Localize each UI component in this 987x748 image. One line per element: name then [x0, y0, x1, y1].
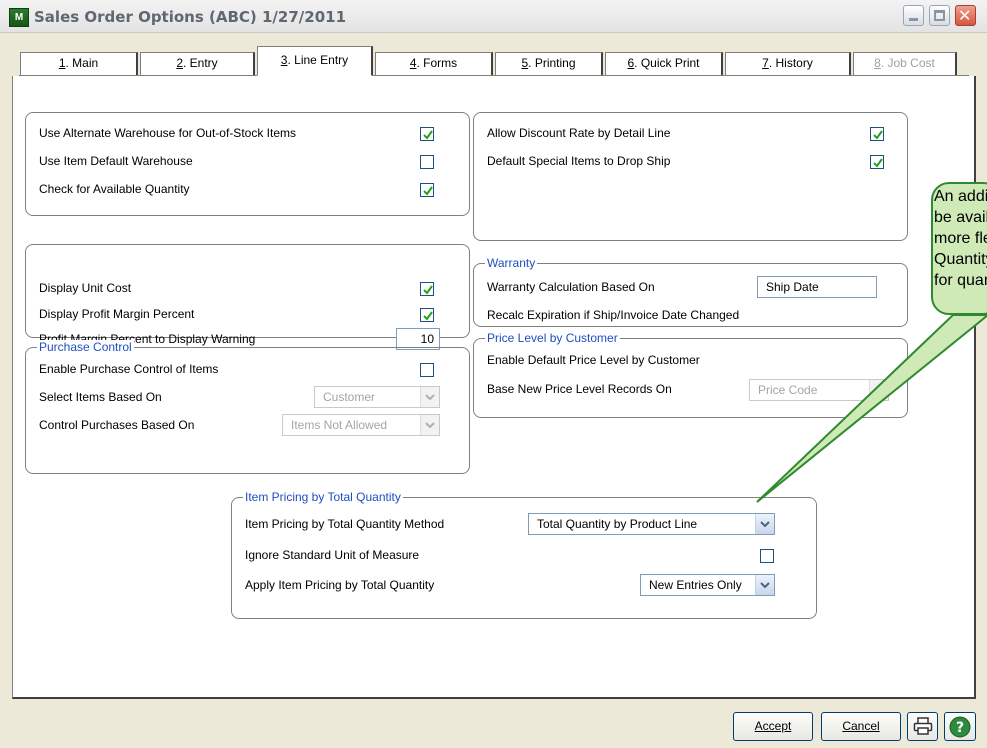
warranty-calc-select[interactable]: Ship Date [757, 276, 877, 298]
callout-text: An addit be availa more fle Quantity for… [934, 188, 987, 289]
warehouse-options-panel: Use Alternate Warehouse for Out-of-Stock… [25, 112, 470, 216]
print-button[interactable] [907, 712, 938, 741]
unit-cost-checkbox[interactable] [420, 282, 434, 296]
purchase-control-legend: Purchase Control [37, 340, 134, 354]
callout-pointer [756, 314, 987, 503]
tab-job-cost: 8. Job Cost [853, 52, 957, 75]
tab-quick-print[interactable]: 6. Quick Print [605, 52, 723, 75]
discount-rate-label: Allow Discount Rate by Detail Line [487, 126, 671, 140]
item-pricing-panel: Item Pricing by Total Quantity Item Pric… [231, 490, 817, 619]
dropdown-arrow [420, 415, 439, 435]
enable-purchase-label: Enable Purchase Control of Items [39, 362, 219, 376]
help-icon: ? [949, 716, 971, 738]
chevron-down-icon [425, 394, 435, 400]
check-icon [423, 285, 433, 295]
check-icon [423, 186, 433, 196]
minimize-button[interactable] [903, 5, 924, 26]
discount-options-panel: Allow Discount Rate by Detail Line Defau… [473, 112, 908, 241]
printer-icon [913, 717, 932, 735]
enable-price-level-label: Enable Default Price Level by Customer [487, 353, 700, 367]
tab-history[interactable]: 7. History [725, 52, 851, 75]
tab-forms[interactable]: 4. Forms [375, 52, 493, 75]
ignore-uom-checkbox[interactable] [760, 549, 774, 563]
svg-text:?: ? [956, 720, 964, 736]
close-icon: ✕ [958, 6, 972, 25]
purchase-control-panel: Purchase Control Enable Purchase Control… [25, 340, 470, 474]
select-items-select[interactable]: Customer [314, 386, 440, 408]
default-warehouse-checkbox[interactable] [420, 155, 434, 169]
help-button[interactable]: ? [944, 712, 976, 741]
check-qty-label: Check for Available Quantity [39, 182, 190, 196]
maximize-button[interactable] [929, 5, 950, 26]
default-warehouse-label: Use Item Default Warehouse [39, 154, 193, 168]
tab-printing[interactable]: 5. Printing [495, 52, 603, 75]
window-title: Sales Order Options (ABC) 1/27/2011 [34, 8, 347, 26]
pricing-method-select[interactable]: Total Quantity by Product Line [528, 513, 775, 535]
tab-strip: 1. Main 2. Entry 3. Line Entry 4. Forms … [12, 40, 975, 76]
dropdown-arrow [420, 387, 439, 407]
discount-rate-checkbox[interactable] [870, 127, 884, 141]
accept-button[interactable]: Accept [733, 712, 813, 741]
enable-purchase-checkbox[interactable] [420, 363, 434, 377]
warranty-calc-label: Warranty Calculation Based On [487, 280, 655, 294]
apply-pricing-label: Apply Item Pricing by Total Quantity [245, 578, 435, 592]
alt-warehouse-checkbox[interactable] [420, 127, 434, 141]
drop-ship-label: Default Special Items to Drop Ship [487, 154, 671, 168]
chevron-down-icon [425, 422, 435, 428]
check-icon [873, 158, 883, 168]
tab-line-entry[interactable]: 3. Line Entry [257, 46, 373, 76]
drop-ship-checkbox[interactable] [870, 155, 884, 169]
item-pricing-legend: Item Pricing by Total Quantity [243, 490, 403, 504]
profit-margin-label: Display Profit Margin Percent [39, 307, 195, 321]
base-price-level-label: Base New Price Level Records On [487, 382, 672, 396]
control-purchases-select[interactable]: Items Not Allowed [282, 414, 440, 436]
pricing-method-label: Item Pricing by Total Quantity Method [245, 517, 445, 531]
check-icon [423, 311, 433, 321]
unit-cost-label: Display Unit Cost [39, 281, 132, 295]
cost-margin-panel: Display Unit Cost Display Profit Margin … [25, 244, 470, 350]
dropdown-arrow [755, 514, 774, 534]
warranty-legend: Warranty [485, 256, 538, 270]
ignore-uom-label: Ignore Standard Unit of Measure [245, 548, 420, 562]
apply-pricing-select[interactable]: New Entries Only [640, 574, 775, 596]
dropdown-arrow [755, 575, 774, 595]
chevron-down-icon [760, 521, 770, 527]
maximize-icon [934, 10, 945, 21]
price-level-legend: Price Level by Customer [485, 331, 620, 345]
tab-main[interactable]: 1. Main [20, 52, 138, 75]
cancel-button[interactable]: Cancel [821, 712, 901, 741]
check-icon [423, 130, 433, 140]
tab-entry[interactable]: 2. Entry [140, 52, 255, 75]
profit-margin-checkbox[interactable] [420, 308, 434, 322]
check-qty-checkbox[interactable] [420, 183, 434, 197]
control-purchases-label: Control Purchases Based On [39, 418, 195, 432]
minimize-icon [909, 18, 918, 21]
select-items-label: Select Items Based On [39, 390, 162, 404]
app-icon: M [9, 8, 29, 27]
title-bar: M Sales Order Options (ABC) 1/27/2011 ✕ [0, 0, 987, 33]
close-button[interactable]: ✕ [955, 5, 976, 26]
alt-warehouse-label: Use Alternate Warehouse for Out-of-Stock… [39, 126, 296, 140]
check-icon [873, 130, 883, 140]
chevron-down-icon [760, 582, 770, 588]
recalc-expiration-label: Recalc Expiration if Ship/Invoice Date C… [487, 308, 740, 322]
